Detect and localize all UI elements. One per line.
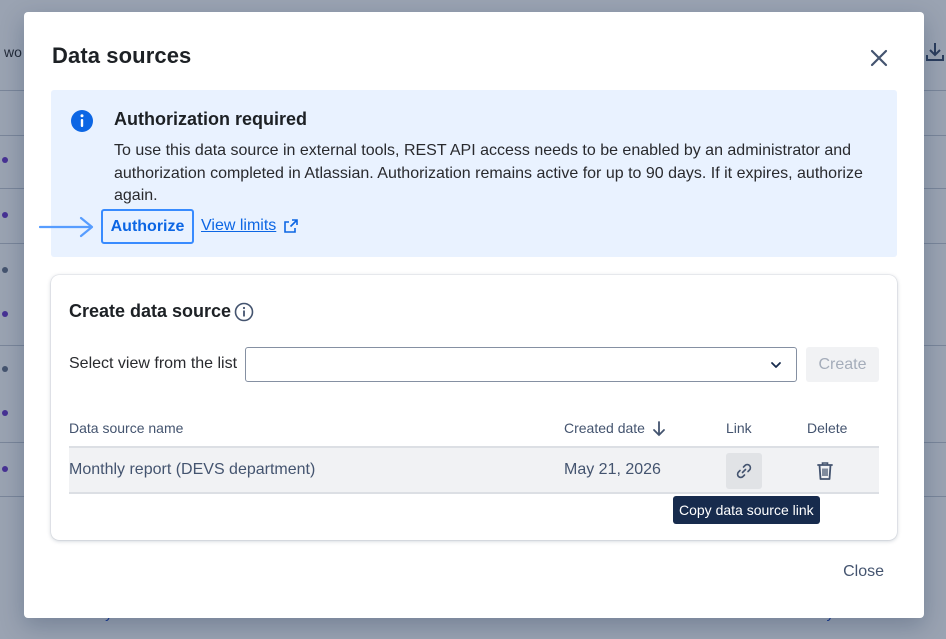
column-header-delete: Delete xyxy=(807,420,848,436)
close-button[interactable]: Close xyxy=(843,563,884,581)
authorization-banner: Authorization required To use this data … xyxy=(51,90,897,257)
delete-button[interactable] xyxy=(814,459,836,483)
copy-link-button[interactable] xyxy=(726,453,762,489)
column-header-created-date[interactable]: Created date xyxy=(564,420,645,436)
column-header-name: Data source name xyxy=(69,420,184,436)
chevron-down-icon xyxy=(771,362,781,368)
banner-title: Authorization required xyxy=(114,109,307,129)
trash-icon xyxy=(817,462,833,480)
row-created-date: May 21, 2026 xyxy=(564,461,661,478)
pointer-arrow-icon xyxy=(39,216,94,238)
banner-message: To use this data source in external tool… xyxy=(114,142,863,204)
select-view-label: Select view from the list xyxy=(69,355,238,372)
create-button[interactable]: Create xyxy=(806,347,879,382)
authorize-button[interactable]: Authorize xyxy=(101,209,194,244)
data-sources-modal: Data sources Authorization required To u… xyxy=(24,12,924,618)
view-limits-link[interactable]: View limits xyxy=(201,217,299,235)
info-outline-icon[interactable] xyxy=(234,302,254,322)
sort-descending-icon[interactable] xyxy=(651,420,667,438)
column-header-link: Link xyxy=(726,420,752,436)
view-limits-label: View limits xyxy=(201,217,277,234)
modal-title: Data sources xyxy=(52,43,192,68)
external-link-icon xyxy=(284,219,299,233)
close-icon[interactable] xyxy=(868,47,890,69)
table-row: Monthly report (DEVS department) May 21,… xyxy=(69,448,879,494)
link-icon xyxy=(736,463,752,479)
info-icon xyxy=(71,110,93,132)
card-title: Create data source xyxy=(69,301,232,321)
copy-link-tooltip: Copy data source link xyxy=(673,496,820,524)
view-select[interactable] xyxy=(245,347,797,382)
row-data-source-name: Monthly report (DEVS department) xyxy=(69,461,316,478)
